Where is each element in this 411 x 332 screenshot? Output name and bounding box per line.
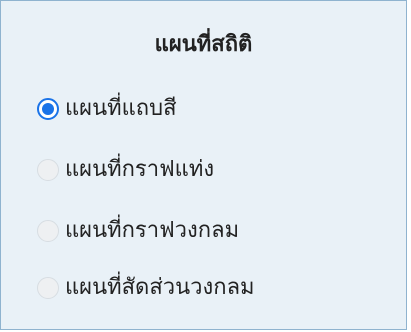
option-label: แผนที่กราฟวงกลม bbox=[65, 218, 240, 243]
radio-option-bar-chart-map[interactable]: แผนที่กราฟแท่ง bbox=[37, 153, 214, 187]
statistical-map-panel: แผนที่สถิติ แผนที่แถบสี แผนที่กราฟแท่ง แ… bbox=[0, 0, 407, 330]
radio-selected-icon[interactable] bbox=[37, 98, 59, 120]
radio-unselected-icon[interactable] bbox=[37, 277, 59, 299]
option-label: แผนที่แถบสี bbox=[65, 96, 177, 121]
panel-title: แผนที่สถิติ bbox=[154, 32, 253, 57]
radio-unselected-icon[interactable] bbox=[37, 220, 59, 242]
option-label: แผนที่สัดส่วนวงกลม bbox=[65, 275, 255, 300]
radio-option-proportional-circle-map[interactable]: แผนที่สัดส่วนวงกลม bbox=[37, 271, 255, 305]
radio-option-color-band-map[interactable]: แผนที่แถบสี bbox=[37, 92, 177, 126]
radio-option-pie-chart-map[interactable]: แผนที่กราฟวงกลม bbox=[37, 214, 239, 248]
radio-unselected-icon[interactable] bbox=[37, 159, 59, 181]
option-label: แผนที่กราฟแท่ง bbox=[65, 157, 215, 182]
